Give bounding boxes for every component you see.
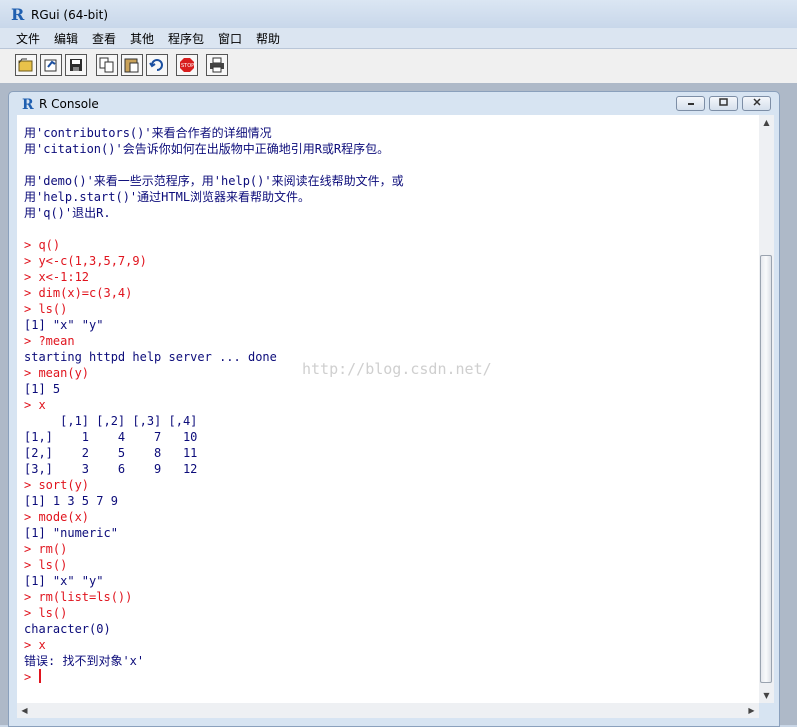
console-window: R R Console 用'contributors()'来看合作者的详细情况用…: [8, 91, 780, 727]
scroll-up-icon[interactable]: ▲: [759, 115, 774, 130]
menu-file[interactable]: 文件: [16, 30, 40, 47]
folder-open-icon: [18, 58, 33, 72]
open-script-button[interactable]: [15, 54, 37, 76]
console-output-line: 用'citation()'会告诉你如何在出版物中正确地引用R或R程序包。: [24, 142, 390, 156]
console-input-line: > ls(): [24, 606, 68, 620]
menu-view[interactable]: 查看: [92, 30, 116, 47]
console-output-line: [1] "numeric": [24, 526, 118, 540]
console-output-line: [1] "x" "y": [24, 574, 104, 588]
menu-edit[interactable]: 编辑: [54, 30, 78, 47]
horizontal-scrollbar[interactable]: ◀ ▶: [17, 703, 759, 718]
minimize-button[interactable]: [676, 96, 705, 111]
copy-icon: [99, 57, 114, 73]
scroll-thumb[interactable]: [760, 255, 772, 683]
console-output-line: 用'q()'退出R.: [24, 206, 111, 220]
copy-button[interactable]: [96, 54, 118, 76]
console-output-line: 用'demo()'来看一些示范程序，用'help()'来阅读在线帮助文件，或: [24, 174, 404, 188]
svg-text:R: R: [11, 6, 25, 22]
stop-button[interactable]: STOP: [176, 54, 198, 76]
app-title: RGui (64-bit): [31, 8, 109, 22]
console-input-line: > mean(y): [24, 366, 90, 380]
close-button[interactable]: [742, 96, 771, 111]
scroll-left-icon[interactable]: ◀: [17, 703, 32, 718]
paste-icon: [124, 58, 139, 73]
menu-windows[interactable]: 窗口: [218, 30, 242, 47]
copy-and-paste-button[interactable]: [146, 54, 168, 76]
console-output[interactable]: 用'contributors()'来看合作者的详细情况用'citation()'…: [17, 115, 759, 703]
restore-icon: [718, 98, 728, 106]
console-input-line: > dim(x)=c(3,4): [24, 286, 133, 300]
text-cursor: [39, 669, 42, 683]
console-input-line: > q(): [24, 238, 61, 252]
console-input-line: > x<-1:12: [24, 270, 90, 284]
console-titlebar: R R Console: [9, 92, 779, 115]
console-output-line: [2,] 2 5 8 11: [24, 446, 198, 460]
toolbar: STOP: [0, 48, 797, 84]
menu-help[interactable]: 帮助: [256, 30, 280, 47]
console-input-line: > rm(list=ls()): [24, 590, 133, 604]
console-output-line: [1] 1 3 5 7 9: [24, 494, 118, 508]
save-workspace-button[interactable]: [65, 54, 87, 76]
console-output-line: [1,] 1 4 7 10: [24, 430, 198, 444]
console-output-line: starting httpd help server ... done: [24, 350, 277, 364]
stop-icon: STOP: [180, 58, 194, 72]
console-input-line: > rm(): [24, 542, 68, 556]
svg-text:STOP: STOP: [181, 63, 194, 69]
console-output-line: 用'contributors()'来看合作者的详细情况: [24, 126, 272, 140]
console-output-line: [3,] 3 6 9 12: [24, 462, 198, 476]
console-output-line: 用'help.start()'通过HTML浏览器来看帮助文件。: [24, 190, 311, 204]
scroll-down-icon[interactable]: ▼: [759, 688, 774, 703]
app-titlebar: R RGui (64-bit): [0, 0, 797, 28]
close-icon: [752, 98, 761, 106]
menu-packages[interactable]: 程序包: [168, 30, 204, 47]
console-output-line: [1] "x" "y": [24, 318, 104, 332]
console-input-line: > y<-c(1,3,5,7,9): [24, 254, 147, 268]
console-input-line: > ls(): [24, 558, 68, 572]
scroll-right-icon[interactable]: ▶: [744, 703, 759, 718]
console-output-line: character(0): [24, 622, 111, 636]
mdi-workspace: R R Console 用'contributors()'来看合作者的详细情况用…: [0, 83, 797, 727]
menu-bar: 文件 编辑 查看 其他 程序包 窗口 帮助: [0, 28, 797, 48]
svg-text:R: R: [22, 97, 34, 110]
r-logo-icon: R: [10, 5, 26, 25]
console-output-line: [,1] [,2] [,3] [,4]: [24, 414, 198, 428]
console-output-line: [1] 5: [24, 382, 61, 396]
console-input-line: > ?mean: [24, 334, 75, 348]
console-input-line: > mode(x): [24, 510, 90, 524]
load-workspace-icon: [44, 59, 57, 72]
load-workspace-button[interactable]: [40, 54, 62, 76]
console-input-line[interactable]: >: [24, 669, 42, 685]
paste-button[interactable]: [121, 54, 143, 76]
console-input-line: > x: [24, 638, 46, 652]
vertical-scrollbar[interactable]: ▲ ▼: [759, 115, 774, 703]
print-button[interactable]: [206, 54, 228, 76]
console-input-line: > x: [24, 398, 46, 412]
printer-icon: [210, 57, 224, 73]
console-title: R Console: [39, 97, 99, 111]
watermark: http://blog.csdn.net/: [302, 360, 492, 378]
r-logo-icon: R: [21, 96, 35, 113]
floppy-disk-icon: [70, 59, 82, 71]
console-input-line: > ls(): [24, 302, 68, 316]
minimize-icon: [687, 103, 694, 105]
console-output-line: 错误: 找不到对象'x': [24, 654, 145, 668]
console-input-line: > sort(y): [24, 478, 90, 492]
restore-button[interactable]: [709, 96, 738, 111]
refresh-icon: [149, 59, 163, 71]
menu-misc[interactable]: 其他: [130, 30, 154, 47]
